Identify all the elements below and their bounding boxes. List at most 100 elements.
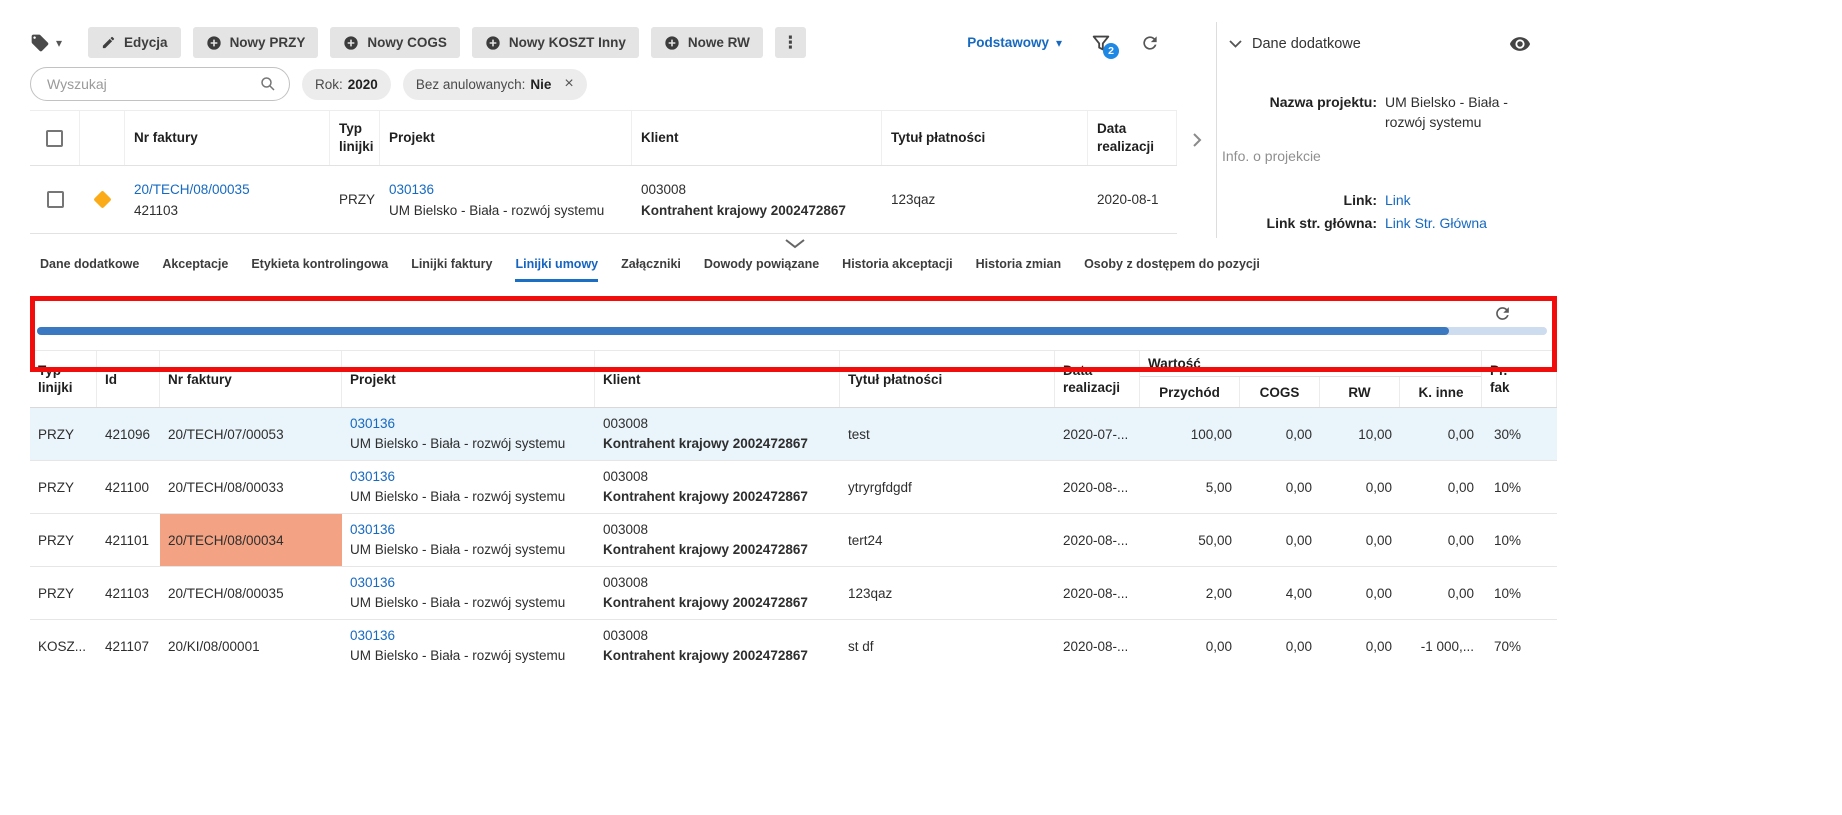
collapse-grid-button[interactable] xyxy=(782,236,808,250)
visibility-button[interactable] xyxy=(1509,33,1531,55)
group-header-wartosc[interactable]: Wartość xyxy=(1140,351,1481,377)
panel-collapse-toggle[interactable]: Dane dodatkowe xyxy=(1229,36,1361,52)
refresh-icon xyxy=(1143,35,1157,50)
panel-title: Dane dodatkowe xyxy=(1252,36,1361,52)
cell-typ: PRZY xyxy=(38,585,75,601)
pr-fak-line1: Pr. xyxy=(1490,363,1508,378)
new-cogs-button[interactable]: Nowy COGS xyxy=(330,27,460,58)
column-header-id[interactable]: Id xyxy=(97,351,160,407)
more-actions-button[interactable]: ⋮ xyxy=(774,27,806,58)
project-code-link[interactable]: 030136 xyxy=(389,179,604,200)
new-rw-button[interactable]: Nowe RW xyxy=(650,27,763,58)
invoice-number-link[interactable]: 20/TECH/08/00035 xyxy=(134,179,250,200)
column-header-k-inne[interactable]: K. inne xyxy=(1400,377,1481,407)
cell-przychod: 50,00 xyxy=(1198,532,1232,548)
field-value: UM Bielsko - Biała - rozwój systemu xyxy=(1385,94,1508,130)
main-page-link[interactable]: Link Str. Główna xyxy=(1385,213,1537,234)
plus-circle-icon xyxy=(344,35,358,50)
cell-rw: 0,00 xyxy=(1365,638,1392,654)
column-header-cogs[interactable]: COGS xyxy=(1240,377,1320,407)
column-header-tytul-platnosci[interactable]: Tytuł płatności xyxy=(882,111,1088,165)
filter-count-badge: 2 xyxy=(1103,42,1119,59)
view-selector[interactable]: Podstawowy ▾ xyxy=(967,35,1062,50)
column-header-nr-faktury[interactable]: Nr faktury xyxy=(125,111,330,165)
cell-id: 421107 xyxy=(105,638,150,654)
project-code-link[interactable]: 030136 xyxy=(350,467,565,487)
client-code: 003008 xyxy=(603,416,649,431)
tab-historia-akceptacji[interactable]: Historia akceptacji xyxy=(842,257,952,282)
row-checkbox[interactable] xyxy=(46,191,64,208)
refresh-button[interactable] xyxy=(1140,33,1160,53)
tab-dane-dodatkowe[interactable]: Dane dodatkowe xyxy=(40,257,139,282)
detail-side-panel: Dane dodatkowe Nazwa projektu: UM Bielsk… xyxy=(1216,22,1561,238)
column-header-data-realizacji[interactable]: Data realizacji xyxy=(1088,111,1177,165)
project-code-link[interactable]: 030136 xyxy=(350,626,565,646)
table-row[interactable]: 20/TECH/08/00035 421103 PRZY 030136 UM B… xyxy=(30,166,1177,234)
tab-dowody-powiazane[interactable]: Dowody powiązane xyxy=(704,257,819,282)
tab-osoby-z-dostepem[interactable]: Osoby z dostępem do pozycji xyxy=(1084,257,1260,282)
cell-cogs: 0,00 xyxy=(1285,638,1312,654)
tab-akceptacje[interactable]: Akceptacje xyxy=(162,257,228,282)
column-header-tytul-platnosci[interactable]: Tytuł płatności xyxy=(840,351,1055,407)
tags-menu-button[interactable]: ▾ xyxy=(30,33,62,53)
cell-k-inne: 0,00 xyxy=(1447,479,1474,495)
column-header-rw[interactable]: RW xyxy=(1320,377,1400,407)
cell-rw: 0,00 xyxy=(1365,532,1392,548)
project-code-link[interactable]: 030136 xyxy=(350,520,565,540)
toolbar: ▾ Edycja Nowy PRZY Nowy COGS Nowy KOSZT … xyxy=(30,27,1178,59)
chip-value: Nie xyxy=(530,76,552,92)
select-all-checkbox[interactable] xyxy=(46,129,63,147)
filter-chip-rok[interactable]: Rok: 2020 xyxy=(302,68,391,100)
cell-k-inne: 0,00 xyxy=(1447,532,1474,548)
tab-linijki-umowy[interactable]: Linijki umowy xyxy=(515,257,599,282)
column-header-klient[interactable]: Klient xyxy=(632,111,882,165)
column-header-typ-linijki[interactable]: Typ linijki xyxy=(30,351,97,407)
kebab-icon: ⋮ xyxy=(781,32,799,52)
column-header-nr-faktury[interactable]: Nr faktury xyxy=(160,351,342,407)
cell-data: 2020-08-... xyxy=(1063,638,1129,654)
eye-icon xyxy=(1509,37,1531,51)
column-header-projekt[interactable]: Projekt xyxy=(342,351,595,407)
column-header-typ-linijki[interactable]: Typ linijki xyxy=(330,111,380,165)
table-row[interactable]: PRZY 421100 20/TECH/08/00033 030136 UM B… xyxy=(30,461,1557,514)
column-header-data-realizacji[interactable]: Data realizacji xyxy=(1055,351,1140,407)
new-przy-button[interactable]: Nowy PRZY xyxy=(192,27,319,58)
scrollbar-thumb[interactable] xyxy=(37,327,1449,335)
tab-historia-zmian[interactable]: Historia zmian xyxy=(976,257,1061,282)
table-row[interactable]: PRZY 421103 20/TECH/08/00035 030136 UM B… xyxy=(30,567,1557,620)
table-row[interactable]: KOSZ... 421107 20/KI/08/00001 030136 UM … xyxy=(30,620,1557,663)
client-name: Kontrahent krajowy 2002472867 xyxy=(603,489,808,504)
panel-collapse-handle[interactable] xyxy=(1192,130,1208,150)
column-header-pr-fak[interactable]: Pr. fak xyxy=(1482,351,1557,407)
new-koszt-inny-button[interactable]: Nowy KOSZT Inny xyxy=(471,27,639,58)
close-icon[interactable]: × xyxy=(564,76,573,92)
new-koszt-inny-label: Nowy KOSZT Inny xyxy=(508,35,626,50)
search-input[interactable] xyxy=(47,76,259,92)
project-code-link[interactable]: 030136 xyxy=(350,573,565,593)
plus-circle-icon xyxy=(206,35,221,50)
column-header-przychod[interactable]: Przychód xyxy=(1140,377,1240,407)
filter-chip-bez-anulowanych[interactable]: Bez anulowanych: Nie × xyxy=(402,68,587,100)
horizontal-scrollbar[interactable] xyxy=(37,327,1547,335)
column-header-projekt[interactable]: Projekt xyxy=(380,111,632,165)
table-row[interactable]: PRZY 421101 20/TECH/08/00034 030136 UM B… xyxy=(30,514,1557,567)
project-link[interactable]: Link xyxy=(1385,190,1537,211)
contract-lines-header: Typ linijki Id Nr faktury Projekt Klient… xyxy=(30,350,1557,408)
filter-button[interactable]: 2 xyxy=(1090,32,1119,59)
new-cogs-label: Nowy COGS xyxy=(367,35,447,50)
cell-data-realizacji: 2020-08-1 xyxy=(1097,192,1159,207)
cell-typ: PRZY xyxy=(38,479,75,495)
cell-pr-fak: 10% xyxy=(1494,585,1522,601)
tab-etykieta-kontrolingowa[interactable]: Etykieta kontrolingowa xyxy=(251,257,388,282)
edit-button[interactable]: Edycja xyxy=(88,27,181,58)
row-id: 421103 xyxy=(134,202,179,218)
cell-rw: 0,00 xyxy=(1365,585,1392,601)
refresh-subgrid-button[interactable] xyxy=(1493,304,1512,323)
tab-linijki-faktury[interactable]: Linijki faktury xyxy=(411,257,492,282)
client-name: Kontrahent krajowy 2002472867 xyxy=(641,202,846,218)
column-header-klient[interactable]: Klient xyxy=(595,351,840,407)
table-row[interactable]: PRZY 421096 20/TECH/07/00053 030136 UM B… xyxy=(30,408,1557,461)
tab-zalaczniki[interactable]: Załączniki xyxy=(621,257,681,282)
project-code-link[interactable]: 030136 xyxy=(350,414,565,434)
cell-id: 421100 xyxy=(105,479,150,495)
